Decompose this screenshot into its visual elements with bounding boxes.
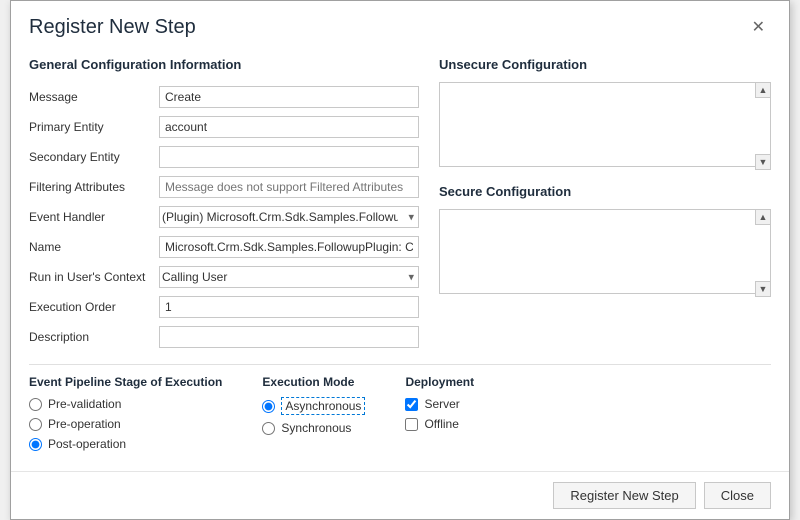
run-in-context-select-wrapper: Calling User: [159, 266, 419, 288]
left-panel: General Configuration Information Messag…: [29, 57, 419, 352]
primary-entity-row: Primary Entity: [29, 112, 419, 142]
secure-scroll-up-button[interactable]: ▲: [755, 209, 771, 225]
description-input[interactable]: [159, 326, 419, 348]
message-label: Message: [29, 82, 159, 112]
deployment-server-checkbox[interactable]: [405, 398, 418, 411]
description-row: Description: [29, 322, 419, 352]
deployment-offline-label: Offline: [424, 417, 458, 431]
secondary-entity-label: Secondary Entity: [29, 142, 159, 172]
stage-post-operation-label: Post-operation: [48, 437, 126, 451]
deployment-server-item[interactable]: Server: [405, 397, 474, 411]
execution-mode-title: Execution Mode: [262, 375, 365, 389]
event-handler-select-wrapper: (Plugin) Microsoft.Crm.Sdk.Samples.Follo…: [159, 206, 419, 228]
unsecure-config-section: Unsecure Configuration ▲ ▼: [439, 57, 771, 170]
mode-synchronous-label: Synchronous: [281, 421, 351, 435]
close-button[interactable]: Close: [704, 482, 771, 509]
event-handler-select[interactable]: (Plugin) Microsoft.Crm.Sdk.Samples.Follo…: [159, 206, 419, 228]
bottom-section: Event Pipeline Stage of Execution Pre-va…: [11, 364, 789, 461]
bottom-row: Event Pipeline Stage of Execution Pre-va…: [29, 375, 771, 451]
run-in-context-row: Run in User's Context Calling User: [29, 262, 419, 292]
unsecure-scroll-up-button[interactable]: ▲: [755, 82, 771, 98]
primary-entity-label: Primary Entity: [29, 112, 159, 142]
description-label: Description: [29, 322, 159, 352]
unsecure-scroll-down-button[interactable]: ▼: [755, 154, 771, 170]
secure-config-title: Secure Configuration: [439, 184, 771, 199]
mode-asynchronous-radio[interactable]: [262, 400, 275, 413]
name-input[interactable]: [159, 236, 419, 258]
stage-post-operation-item[interactable]: Post-operation: [29, 437, 222, 451]
filtering-attributes-input[interactable]: [159, 176, 419, 198]
stage-post-operation-radio[interactable]: [29, 438, 42, 451]
secondary-entity-row: Secondary Entity: [29, 142, 419, 172]
stage-pre-operation-label: Pre-operation: [48, 417, 121, 431]
stage-pre-validation-label: Pre-validation: [48, 397, 121, 411]
deployment-server-label: Server: [424, 397, 459, 411]
message-row: Message: [29, 82, 419, 112]
deployment-group: Deployment Server Offline: [405, 375, 474, 451]
name-row: Name: [29, 232, 419, 262]
dialog-body: General Configuration Information Messag…: [11, 47, 789, 352]
right-panel: Unsecure Configuration ▲ ▼ Secure Config…: [439, 57, 771, 352]
mode-synchronous-item[interactable]: Synchronous: [262, 421, 365, 435]
pipeline-stage-title: Event Pipeline Stage of Execution: [29, 375, 222, 389]
unsecure-textarea-wrapper: ▲ ▼: [439, 82, 771, 170]
dialog: Register New Step ✕ General Configuratio…: [10, 0, 790, 520]
secure-scroll-down-button[interactable]: ▼: [755, 281, 771, 297]
stage-pre-validation-item[interactable]: Pre-validation: [29, 397, 222, 411]
run-in-context-select[interactable]: Calling User: [159, 266, 419, 288]
message-input[interactable]: [159, 86, 419, 108]
mode-asynchronous-label: Asynchronous: [281, 397, 365, 415]
secondary-entity-input[interactable]: [159, 146, 419, 168]
secure-config-section: Secure Configuration ▲ ▼: [439, 184, 771, 297]
unsecure-config-title: Unsecure Configuration: [439, 57, 771, 72]
deployment-offline-item[interactable]: Offline: [405, 417, 474, 431]
event-handler-row: Event Handler (Plugin) Microsoft.Crm.Sdk…: [29, 202, 419, 232]
stage-pre-operation-radio[interactable]: [29, 418, 42, 431]
deployment-title: Deployment: [405, 375, 474, 389]
execution-mode-radio-group: Asynchronous Synchronous: [262, 397, 365, 435]
title-bar: Register New Step ✕: [11, 1, 789, 47]
dialog-footer: Register New Step Close: [11, 471, 789, 519]
name-label: Name: [29, 232, 159, 262]
mode-synchronous-radio[interactable]: [262, 422, 275, 435]
event-handler-label: Event Handler: [29, 202, 159, 232]
dialog-title: Register New Step: [29, 16, 196, 39]
stage-pre-validation-radio[interactable]: [29, 398, 42, 411]
unsecure-config-textarea[interactable]: [439, 82, 771, 167]
mode-asynchronous-item[interactable]: Asynchronous: [262, 397, 365, 415]
form-table: Message Primary Entity Secondary Entity …: [29, 82, 419, 352]
deployment-offline-checkbox[interactable]: [405, 418, 418, 431]
execution-order-label: Execution Order: [29, 292, 159, 322]
general-config-title: General Configuration Information: [29, 57, 419, 72]
execution-mode-group: Execution Mode Asynchronous Synchronous: [262, 375, 365, 451]
divider: [29, 364, 771, 365]
filtering-attributes-label: Filtering Attributes: [29, 172, 159, 202]
primary-entity-input[interactable]: [159, 116, 419, 138]
filtering-attributes-row: Filtering Attributes: [29, 172, 419, 202]
stage-pre-operation-item[interactable]: Pre-operation: [29, 417, 222, 431]
pipeline-stage-radio-group: Pre-validation Pre-operation Post-operat…: [29, 397, 222, 451]
execution-order-input[interactable]: [159, 296, 419, 318]
execution-order-row: Execution Order: [29, 292, 419, 322]
register-new-step-button[interactable]: Register New Step: [553, 482, 695, 509]
secure-config-textarea[interactable]: [439, 209, 771, 294]
pipeline-stage-group: Event Pipeline Stage of Execution Pre-va…: [29, 375, 222, 451]
run-in-context-label: Run in User's Context: [29, 262, 159, 292]
title-close-button[interactable]: ✕: [746, 15, 771, 39]
secure-textarea-wrapper: ▲ ▼: [439, 209, 771, 297]
deployment-checkbox-group: Server Offline: [405, 397, 474, 431]
